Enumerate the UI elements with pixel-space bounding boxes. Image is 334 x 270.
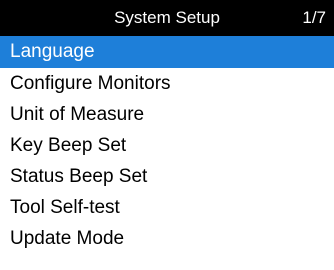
screen-title: System Setup [114,8,220,27]
setup-menu: Language Configure Monitors Unit of Meas… [0,36,334,254]
menu-item-update-mode[interactable]: Update Mode [0,223,334,254]
menu-item-key-beep-set[interactable]: Key Beep Set [0,130,334,161]
menu-item-configure-monitors[interactable]: Configure Monitors [0,68,334,99]
system-setup-screen: System Setup 1/7 Language Configure Moni… [0,0,334,270]
menu-item-tool-self-test[interactable]: Tool Self-test [0,192,334,223]
menu-item-language[interactable]: Language [0,36,334,68]
menu-item-unit-of-measure[interactable]: Unit of Measure [0,99,334,130]
page-indicator: 1/7 [302,8,326,27]
menu-item-status-beep-set[interactable]: Status Beep Set [0,161,334,192]
title-bar: System Setup 1/7 [0,0,334,36]
